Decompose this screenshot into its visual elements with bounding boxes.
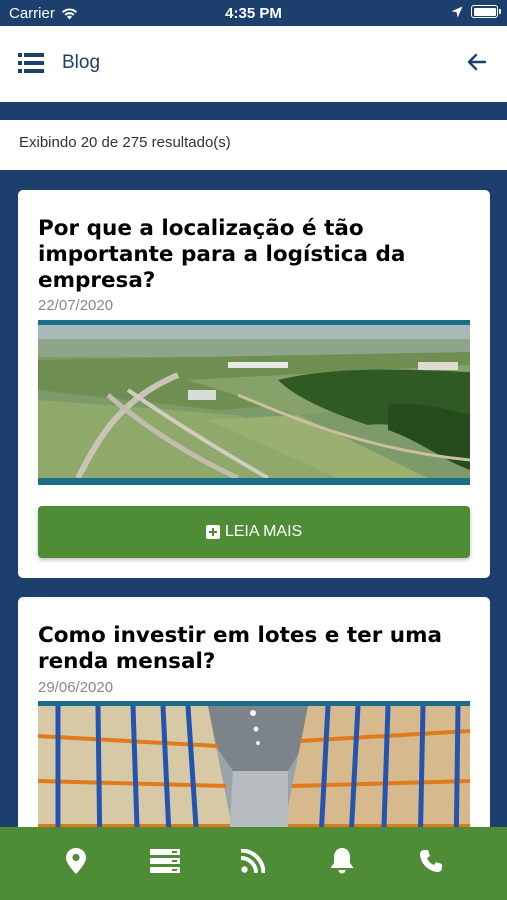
results-count: Exibindo 20 de 275 resultado(s) [19, 134, 231, 151]
tab-contact[interactable] [416, 846, 446, 876]
bottom-tab-bar [0, 827, 507, 900]
plus-square-icon [205, 525, 220, 539]
post-card[interactable]: Por que a localização é tão importante p… [18, 190, 490, 578]
status-bar: Carrier 4:35 PM [0, 0, 507, 26]
arrow-left-icon [467, 53, 487, 71]
read-more-label: LEIA MAIS [224, 523, 303, 540]
bell-icon [330, 847, 354, 873]
status-right [451, 5, 501, 18]
post-image-aerial-highway[interactable] [38, 320, 470, 485]
page-title: Blog [62, 52, 101, 73]
battery-icon [471, 5, 501, 18]
post-title[interactable]: Por que a localização é tão importante p… [38, 216, 470, 294]
phone-icon [419, 849, 442, 872]
location-arrow-icon [451, 6, 463, 17]
app-header: Blog [0, 26, 507, 102]
back-button[interactable] [465, 50, 489, 74]
post-date: 29/06/2020 [38, 679, 114, 696]
server-list-icon [149, 848, 180, 873]
map-pin-icon [66, 847, 87, 874]
list-menu-button[interactable] [18, 52, 44, 74]
read-more-button[interactable]: LEIA MAIS [38, 506, 470, 558]
results-bar: Exibindo 20 de 275 resultado(s) [0, 120, 507, 170]
tab-notifications[interactable] [327, 846, 357, 876]
post-date: 22/07/2020 [38, 297, 114, 314]
rss-icon [241, 848, 266, 873]
tab-blog[interactable] [149, 846, 180, 876]
post-card[interactable]: Como investir em lotes e ter uma renda m… [18, 597, 490, 857]
list-icon [18, 53, 44, 73]
tab-feed[interactable] [238, 846, 268, 876]
clock: 4:35 PM [225, 5, 282, 22]
post-title[interactable]: Como investir em lotes e ter uma renda m… [38, 623, 470, 675]
tab-location[interactable] [61, 846, 91, 876]
